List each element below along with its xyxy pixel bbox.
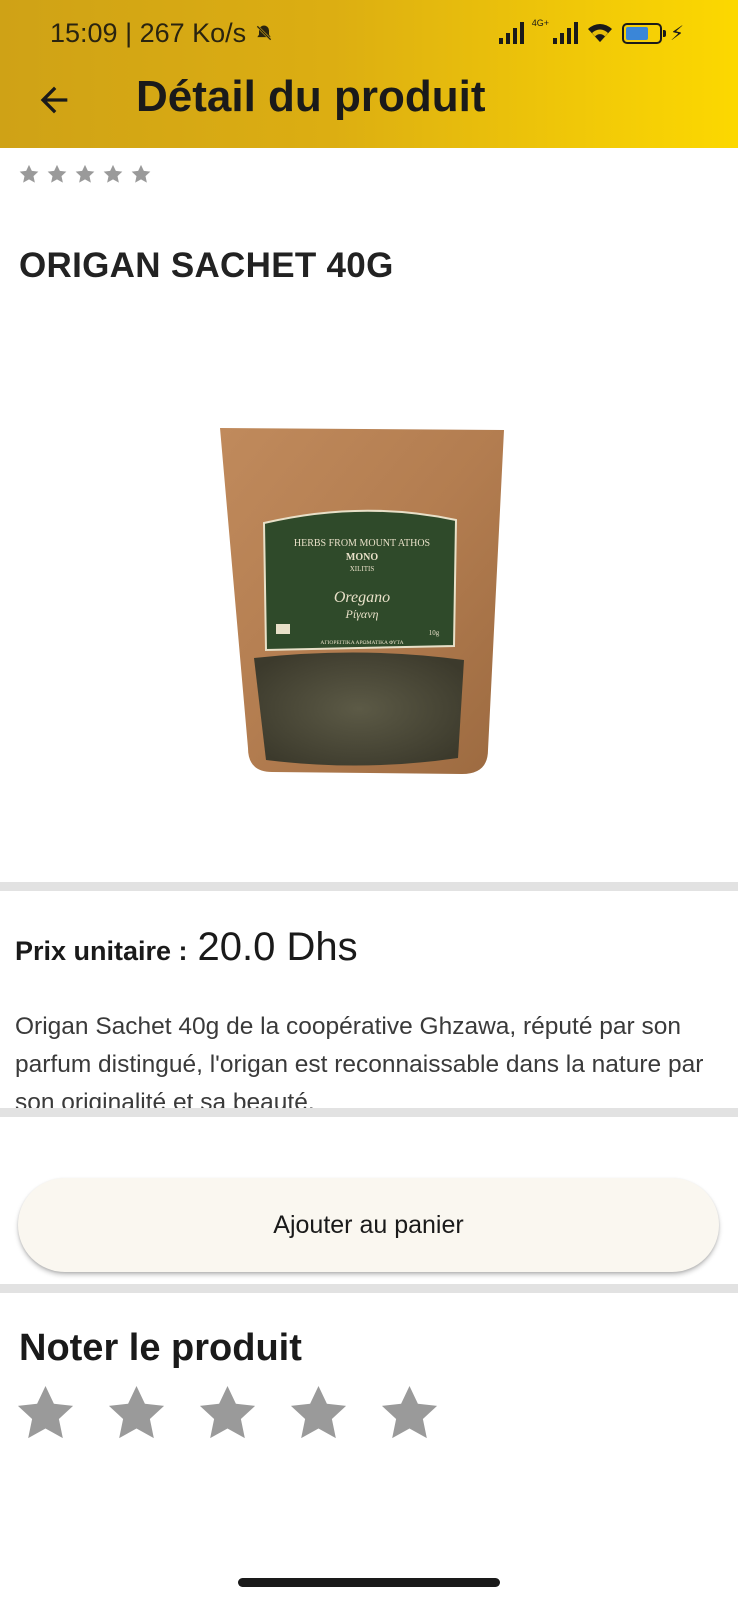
product-rating-display	[18, 163, 152, 185]
package-logo-line1: MONO	[346, 552, 378, 563]
star-icon	[103, 164, 123, 183]
price-label: Prix unitaire :	[15, 936, 188, 966]
star-icon	[19, 164, 39, 183]
arrow-left-icon[interactable]	[34, 80, 74, 120]
star-icon-2[interactable]	[105, 1382, 168, 1445]
star-icon-4[interactable]	[287, 1382, 350, 1445]
product-image: HERBS FROM MOUNT ATHOS MONO XILITIS Oreg…	[220, 428, 504, 774]
status-icons: 4G+ ⚡	[498, 18, 684, 48]
package-product-gr: Ρίγανη	[345, 607, 379, 621]
add-to-cart-button[interactable]: Ajouter au panier	[18, 1178, 719, 1272]
package-brand-top: HERBS FROM MOUNT ATHOS	[294, 538, 430, 549]
star-icon-1[interactable]	[14, 1382, 77, 1445]
package-footer: ΑΓΙΟΡΕΙΤΙΚΑ ΑΡΩΜΑΤΙΚΑ ΦΥΤΑ	[320, 640, 403, 646]
network-type-label: 4G+	[531, 18, 549, 28]
add-to-cart-label: Ajouter au panier	[273, 1210, 464, 1239]
rating-input	[14, 1382, 441, 1445]
bell-off-icon	[256, 25, 272, 41]
app-bar: 15:09 | 267 Ko/s 4G+ ⚡ Détail du produit	[0, 0, 738, 148]
star-icon-3[interactable]	[196, 1382, 259, 1445]
price-value: 20.0 Dhs	[197, 925, 358, 969]
star-icon	[131, 164, 151, 183]
package-weight: 10g	[429, 629, 440, 637]
rate-product-title: Noter le produit	[19, 1327, 302, 1369]
signal-icon	[498, 22, 524, 44]
wifi-icon	[587, 24, 612, 42]
signal-icon-2	[552, 22, 578, 44]
charging-bolt-icon: ⚡	[669, 22, 684, 45]
price-row: Prix unitaire : 20.0 Dhs	[15, 925, 358, 970]
star-icon	[47, 164, 67, 183]
status-time: 15:09 | 267 Ko/s	[50, 18, 274, 49]
star-icon-5[interactable]	[378, 1382, 441, 1445]
star-icon	[75, 164, 95, 183]
home-indicator[interactable]	[238, 1578, 500, 1587]
page-title: Détail du produit	[136, 72, 486, 121]
status-time-text: 15:09 | 267 Ko/s	[50, 18, 247, 48]
package-logo-line2: XILITIS	[350, 565, 375, 573]
package-product-en: Oregano	[334, 589, 390, 606]
divider	[0, 1284, 738, 1293]
battery-charging-icon	[621, 22, 666, 44]
product-description: Origan Sachet 40g de la coopérative Ghza…	[15, 1013, 704, 1116]
product-name: ORIGAN SACHET 40G	[19, 246, 394, 285]
divider	[0, 1108, 738, 1117]
organic-leaf-icon	[276, 624, 290, 634]
divider	[0, 882, 738, 891]
